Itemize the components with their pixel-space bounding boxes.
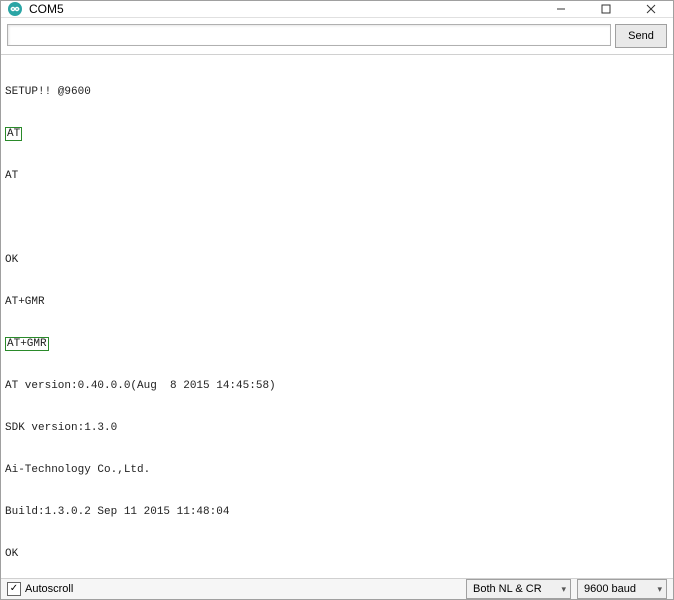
output-line: SETUP!! @9600 (5, 85, 669, 99)
output-line: AT version:0.40.0.0(Aug 8 2015 14:45:58) (5, 379, 669, 393)
serial-output: SETUP!! @9600 AT AT OK AT+GMR AT+GMR AT … (1, 55, 673, 578)
echo-marker: AT (5, 127, 22, 141)
send-button[interactable]: Send (615, 24, 667, 48)
output-line: Build:1.3.0.2 Sep 11 2015 11:48:04 (5, 505, 669, 519)
baud-rate-select[interactable]: 9600 baud ▾ (577, 579, 667, 599)
output-line: AT+GMR (5, 337, 669, 351)
window-title: COM5 (29, 2, 538, 16)
output-line: Ai-Technology Co.,Ltd. (5, 463, 669, 477)
window-buttons (538, 1, 673, 17)
serial-monitor-window: COM5 Send SETUP!! @9600 AT AT OK AT+GMR … (0, 0, 674, 600)
chevron-down-icon: ▾ (561, 584, 566, 595)
titlebar: COM5 (1, 1, 673, 18)
close-button[interactable] (628, 1, 673, 17)
maximize-button[interactable] (583, 1, 628, 17)
chevron-down-icon: ▾ (657, 584, 662, 595)
autoscroll-label: Autoscroll (25, 583, 73, 595)
output-line: SDK version:1.3.0 (5, 421, 669, 435)
minimize-button[interactable] (538, 1, 583, 17)
output-line: AT+GMR (5, 295, 669, 309)
echo-marker: AT+GMR (5, 337, 49, 351)
check-icon: ✓ (7, 582, 21, 596)
line-ending-value: Both NL & CR (473, 583, 542, 595)
baud-rate-value: 9600 baud (584, 583, 636, 595)
send-toolbar: Send (1, 18, 673, 55)
line-ending-select[interactable]: Both NL & CR ▾ (466, 579, 571, 599)
autoscroll-toggle[interactable]: ✓ Autoscroll (7, 582, 460, 596)
output-line: OK (5, 253, 669, 267)
output-line (5, 211, 669, 225)
command-input[interactable] (7, 24, 611, 46)
output-line: AT (5, 127, 669, 141)
footer: ✓ Autoscroll Both NL & CR ▾ 9600 baud ▾ (1, 578, 673, 599)
app-icon (7, 1, 23, 17)
output-line: OK (5, 547, 669, 561)
output-line: AT (5, 169, 669, 183)
